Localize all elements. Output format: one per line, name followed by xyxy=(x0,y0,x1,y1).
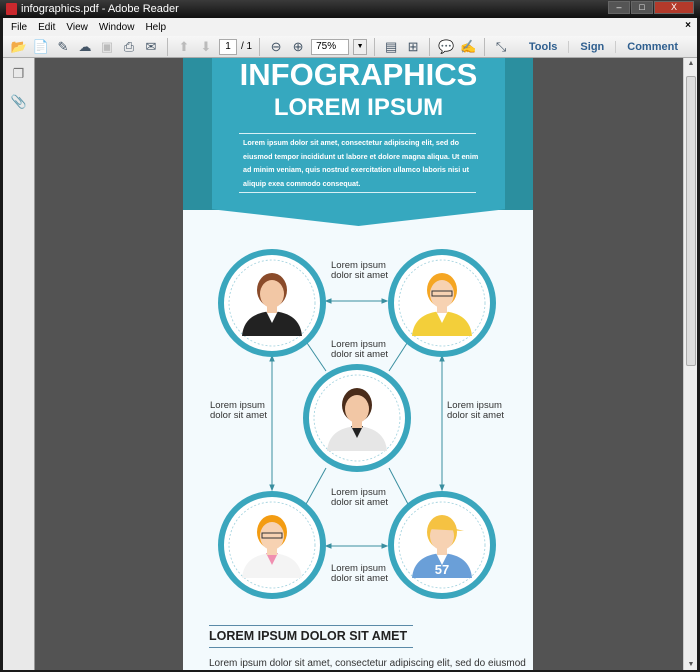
maximize-button[interactable]: □ xyxy=(631,1,653,14)
menu-view[interactable]: View xyxy=(66,22,88,33)
open-icon[interactable]: 📂 xyxy=(10,38,28,56)
fit-page-icon[interactable]: ▤ xyxy=(382,38,400,56)
page-number-input[interactable]: 1 xyxy=(219,38,237,55)
zoom-out-icon[interactable]: ⊖ xyxy=(267,38,285,56)
avatar-girl xyxy=(388,249,496,357)
email-icon[interactable]: ✉ xyxy=(142,38,160,56)
label-right: Lorem ipsum dolor sit amet xyxy=(447,400,505,421)
document-area: INFOGRAPHICS LOREM IPSUM Lorem ipsum dol… xyxy=(35,58,683,670)
pages-icon[interactable]: ❐ xyxy=(11,66,27,82)
fit-width-icon[interactable]: ⊞ xyxy=(404,38,422,56)
pdf-page: INFOGRAPHICS LOREM IPSUM Lorem ipsum dol… xyxy=(183,58,533,670)
title-bar: infographics.pdf - Adobe Reader – □ X xyxy=(0,0,700,18)
avatar-boy-cap: 57 xyxy=(388,491,496,599)
label-center-bottom: Lorem ipsum dolor sit amet xyxy=(331,487,389,508)
cloud-upload-icon[interactable]: ☁ xyxy=(76,38,94,56)
close-button[interactable]: X xyxy=(654,1,694,14)
avatar-woman-glasses xyxy=(218,491,326,599)
zoom-in-icon[interactable]: ⊕ xyxy=(289,38,307,56)
comment-bubble-icon[interactable]: 💬 xyxy=(437,38,455,56)
page-total: / 1 xyxy=(241,41,253,52)
menu-file[interactable]: File xyxy=(11,22,27,33)
previous-page-icon[interactable]: ⬆ xyxy=(175,38,193,56)
toolbar: 📂 📄 ✎ ☁ ▣ ⎙ ✉ ⬆ ⬇ 1 / 1 ⊖ ⊕ 75% ▼ ▤ ⊞ 💬 ✍… xyxy=(3,36,697,58)
create-pdf-icon[interactable]: 📄 xyxy=(32,38,50,56)
section-title: LOREM IPSUM DOLOR SIT AMET xyxy=(209,625,413,648)
minimize-button[interactable]: – xyxy=(608,1,630,14)
highlight-icon[interactable]: ✍ xyxy=(459,38,477,56)
save-icon[interactable]: ▣ xyxy=(98,38,116,56)
tools-link[interactable]: Tools xyxy=(518,41,569,53)
label-center-top: Lorem ipsum dolor sit amet xyxy=(331,339,389,360)
jersey-number: 57 xyxy=(435,562,449,577)
label-top: Lorem ipsum dolor sit amet xyxy=(331,260,389,281)
vertical-scrollbar[interactable]: ▲ ▼ xyxy=(683,58,697,670)
close-document-icon[interactable]: × xyxy=(685,20,691,31)
navigation-pane: ❐ 📎 xyxy=(3,58,35,670)
chevron-down-icon[interactable]: ▼ xyxy=(353,38,368,55)
scrollbar-thumb[interactable] xyxy=(686,76,696,366)
next-page-icon[interactable]: ⬇ xyxy=(197,38,215,56)
fullscreen-icon[interactable]: ⤡ xyxy=(492,38,510,56)
label-bottom: Lorem ipsum dolor sit amet xyxy=(331,563,389,584)
print-icon[interactable]: ⎙ xyxy=(120,38,138,56)
menu-bar: File Edit View Window Help × xyxy=(3,18,697,36)
zoom-select[interactable]: 75% xyxy=(311,38,350,55)
menu-window[interactable]: Window xyxy=(99,22,135,33)
section-text: Lorem ipsum dolor sit amet, consectetur … xyxy=(209,658,526,669)
menu-help[interactable]: Help xyxy=(145,22,166,33)
sign-link[interactable]: Sign xyxy=(568,41,615,53)
window-title: infographics.pdf - Adobe Reader xyxy=(21,3,179,15)
attachment-icon[interactable]: 📎 xyxy=(11,94,27,110)
label-left: Lorem ipsum dolor sit amet xyxy=(210,400,268,421)
avatar-businesswoman xyxy=(218,249,326,357)
pdf-icon xyxy=(6,3,17,15)
menu-edit[interactable]: Edit xyxy=(38,22,55,33)
comment-link[interactable]: Comment xyxy=(615,41,689,53)
avatar-businessman xyxy=(303,364,411,472)
edit-icon[interactable]: ✎ xyxy=(54,38,72,56)
